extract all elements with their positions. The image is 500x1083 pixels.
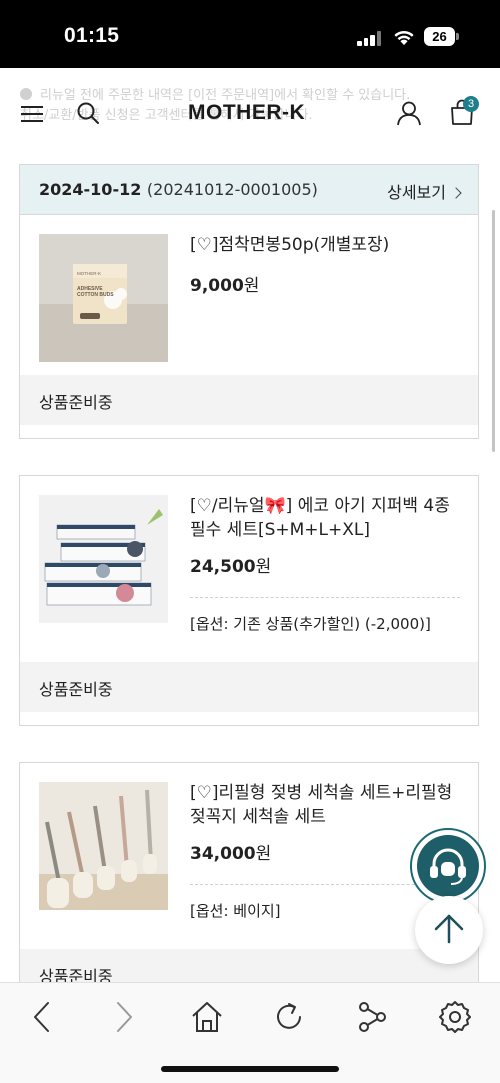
price-currency: 원 [243,276,260,296]
signal-icon [357,30,383,46]
chevron-right-icon [450,187,462,199]
status-time: 01:15 [64,24,120,47]
product-label-brand: MOTHER-K [77,271,101,276]
order-date: 2024-10-12 [39,180,142,199]
product-name[interactable]: [♡/리뉴얼🎀] 에코 아기 지퍼백 4종 필수 세트[S+M+L+XL] [190,494,465,542]
order-detail-label: 상세보기 [387,183,446,202]
home-icon[interactable] [189,999,225,1035]
product-price: 24,500원 [190,552,271,577]
chat-support-button[interactable] [410,828,486,904]
product-price: 9,000원 [190,271,259,296]
price-value: 34,000 [190,844,256,864]
product-option: [옵션: 베이지] [190,902,281,920]
menu-icon[interactable] [20,102,44,126]
search-icon[interactable] [76,101,100,125]
order-card: 2024-10-12 (20241012-0001005) 상세보기 MOTHE… [19,164,479,439]
scroll-top-button[interactable] [415,896,483,964]
product-name[interactable]: [♡]리필형 젖병 세척솔 세트+리필형 젖꼭지 세척솔 세트 [190,781,465,829]
product-option: [옵션: 기존 상품(추가할인) (-2,000)] [190,615,431,633]
settings-icon[interactable] [437,999,473,1035]
product-name[interactable]: [♡]점착면봉50p(개별포장) [190,233,465,257]
battery-level: 26 [424,27,455,46]
order-number: (20241012-0001005) [146,180,318,199]
price-value: 24,500 [190,557,256,577]
product-price: 34,000원 [190,839,271,864]
price-currency: 원 [255,557,272,577]
order-card: [♡/리뉴얼🎀] 에코 아기 지퍼백 4종 필수 세트[S+M+L+XL] 24… [19,475,479,726]
scrollbar[interactable] [492,210,495,452]
arrow-up-icon [434,914,464,944]
item-status-bar: 상품준비중 [20,375,478,425]
share-icon[interactable] [354,999,390,1035]
order-card: [♡]리필형 젖병 세척솔 세트+리필형 젖꼭지 세척솔 세트 34,000원 … [19,762,479,1002]
price-value: 9,000 [190,276,244,296]
order-detail-link[interactable]: 상세보기 [387,179,462,203]
user-icon[interactable] [396,100,422,126]
item-status-bar: 상품준비중 [20,662,478,712]
site-logo[interactable]: MOTHER-K [188,101,305,125]
back-icon[interactable] [24,999,60,1035]
item-status: 상품준비중 [39,680,113,699]
wifi-icon [394,30,414,45]
product-image[interactable] [39,782,168,910]
order-header: 2024-10-12 (20241012-0001005) 상세보기 [20,165,478,215]
item-status: 상품준비중 [39,393,113,412]
product-image[interactable] [39,495,168,623]
headset-icon [430,848,466,885]
product-label-line2: COTTON BUDS [77,292,114,298]
option-divider [190,597,460,598]
site-header: MOTHER-K [0,90,500,138]
home-indicator [161,1066,339,1072]
cart-badge: 3 [463,96,479,112]
refresh-icon[interactable] [271,999,307,1035]
status-bar: 01:15 26 [0,0,500,68]
forward-icon[interactable] [106,999,142,1035]
battery-icon: 26 [424,27,459,46]
product-image[interactable]: MOTHER-K ADHESIVE COTTON BUDS [39,234,168,362]
price-currency: 원 [255,844,272,864]
